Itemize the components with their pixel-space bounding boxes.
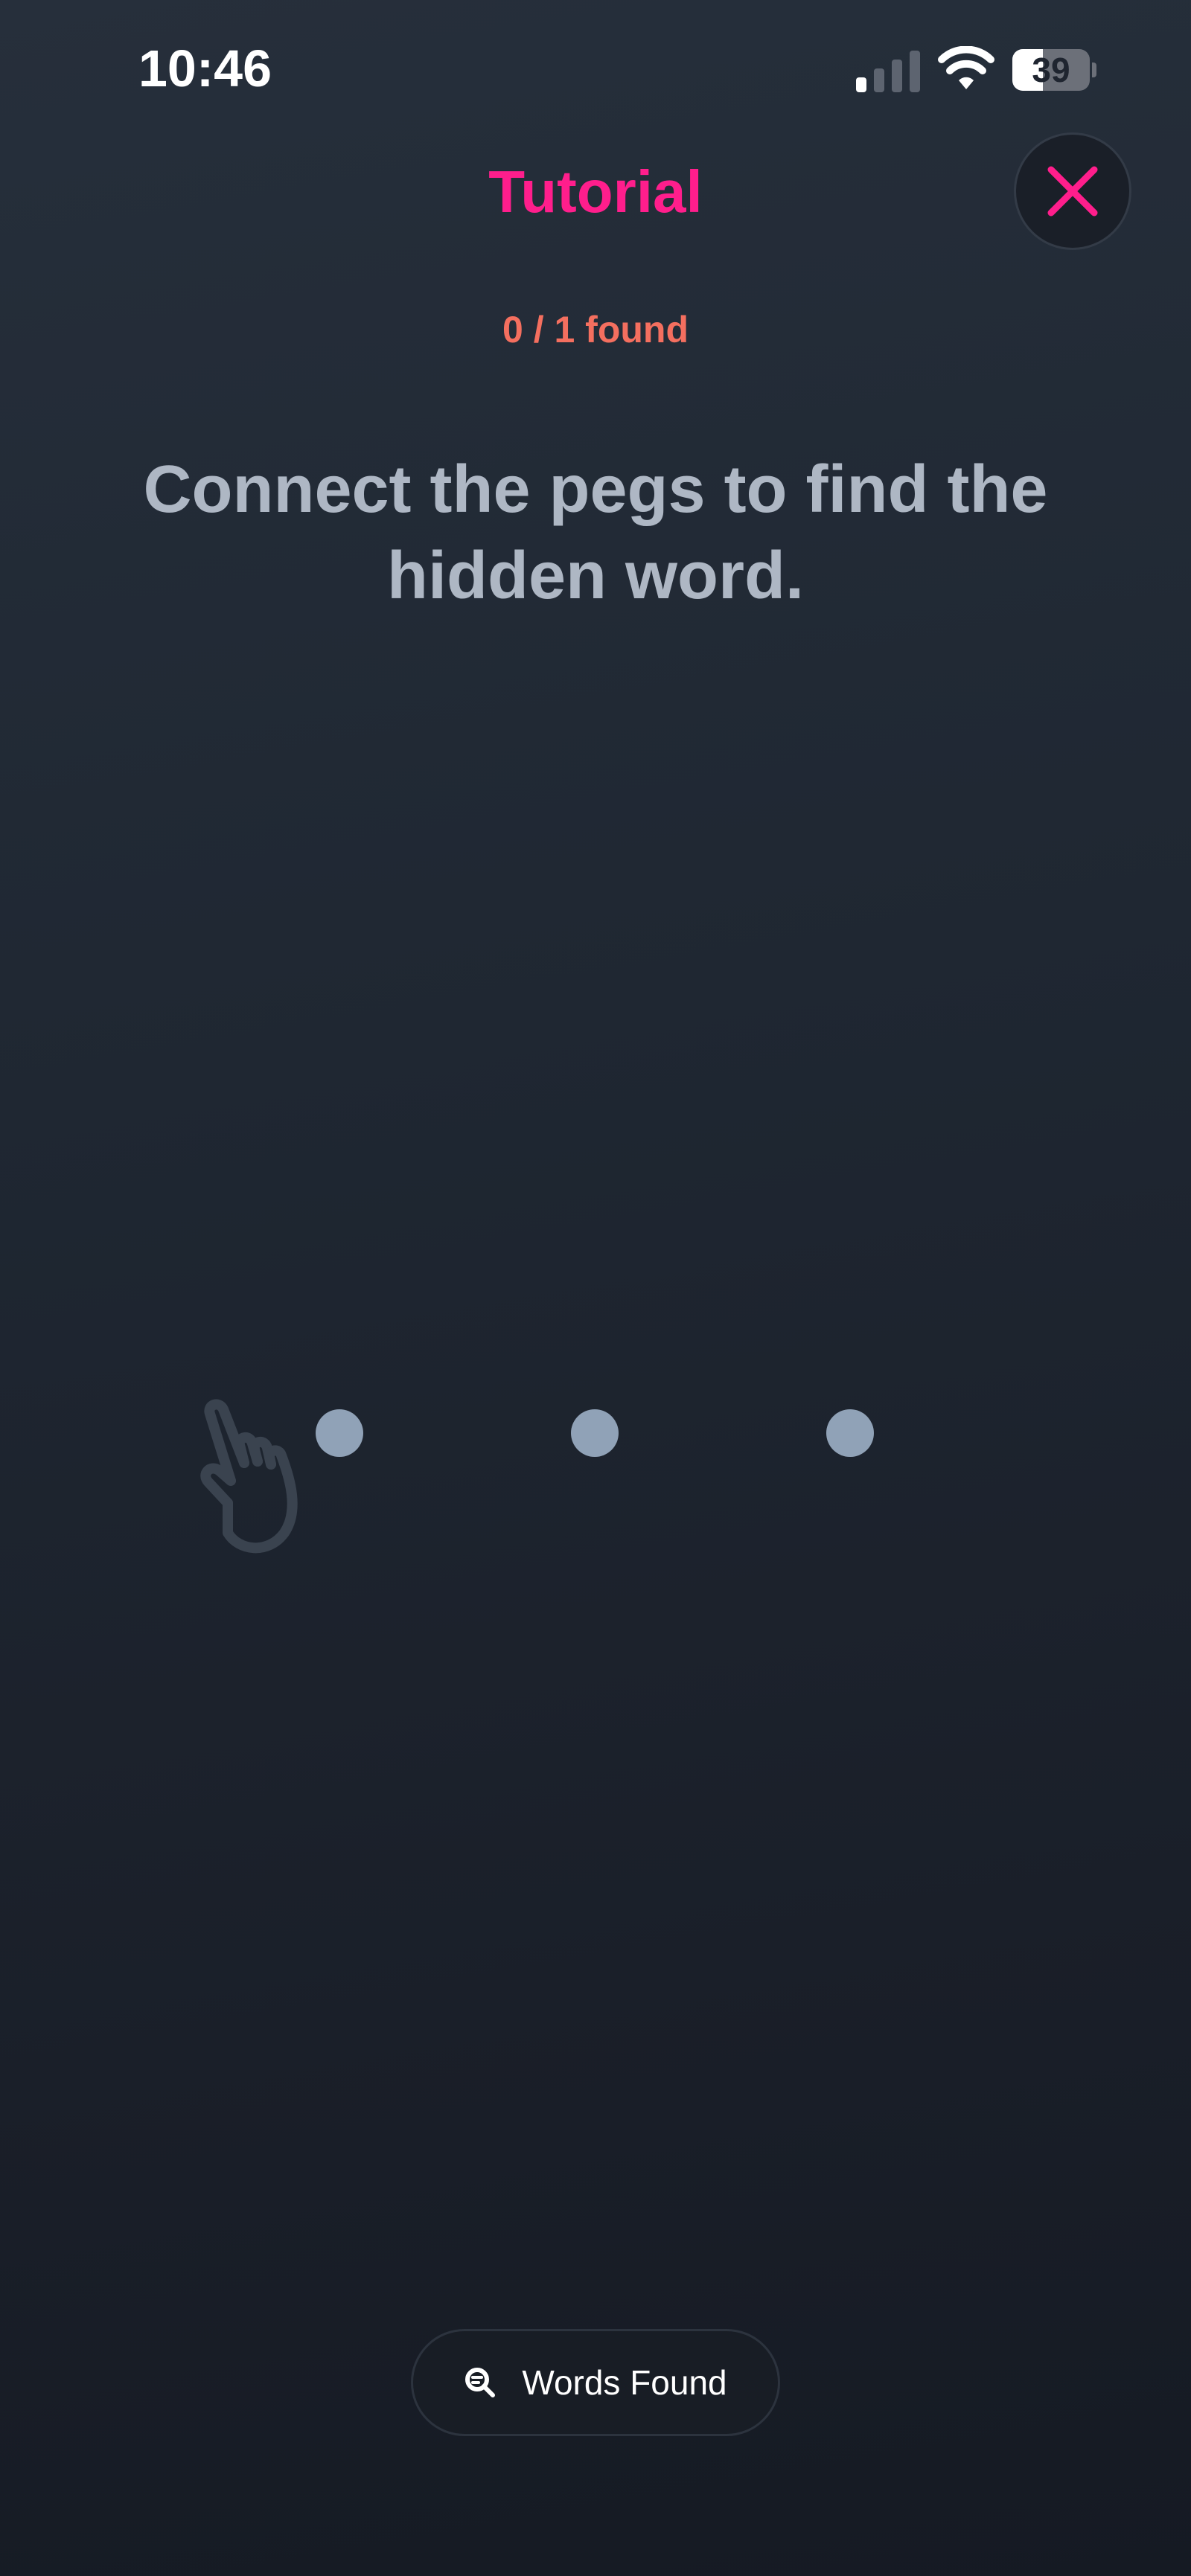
status-time: 10:46: [138, 39, 272, 97]
page-title: Tutorial: [488, 158, 703, 225]
peg-3[interactable]: [826, 1409, 874, 1457]
peg-2[interactable]: [571, 1409, 619, 1457]
search-icon: [465, 2368, 496, 2397]
close-button[interactable]: [1014, 132, 1131, 250]
peg-1[interactable]: [316, 1409, 363, 1457]
instruction-text: Connect the pegs to find the hidden word…: [143, 452, 1048, 613]
close-x-icon: [1047, 166, 1098, 217]
battery-icon: 39: [1012, 49, 1096, 92]
words-found-label: Words Found: [522, 2363, 727, 2402]
cellular-signal-icon: [856, 51, 920, 92]
progress-counter: 0 / 1 found: [502, 309, 689, 350]
words-found-button[interactable]: Words Found: [411, 2329, 780, 2436]
battery-level: 39: [1032, 51, 1070, 89]
pointing-hand-icon: [200, 1399, 298, 1554]
wifi-icon: [938, 46, 994, 89]
